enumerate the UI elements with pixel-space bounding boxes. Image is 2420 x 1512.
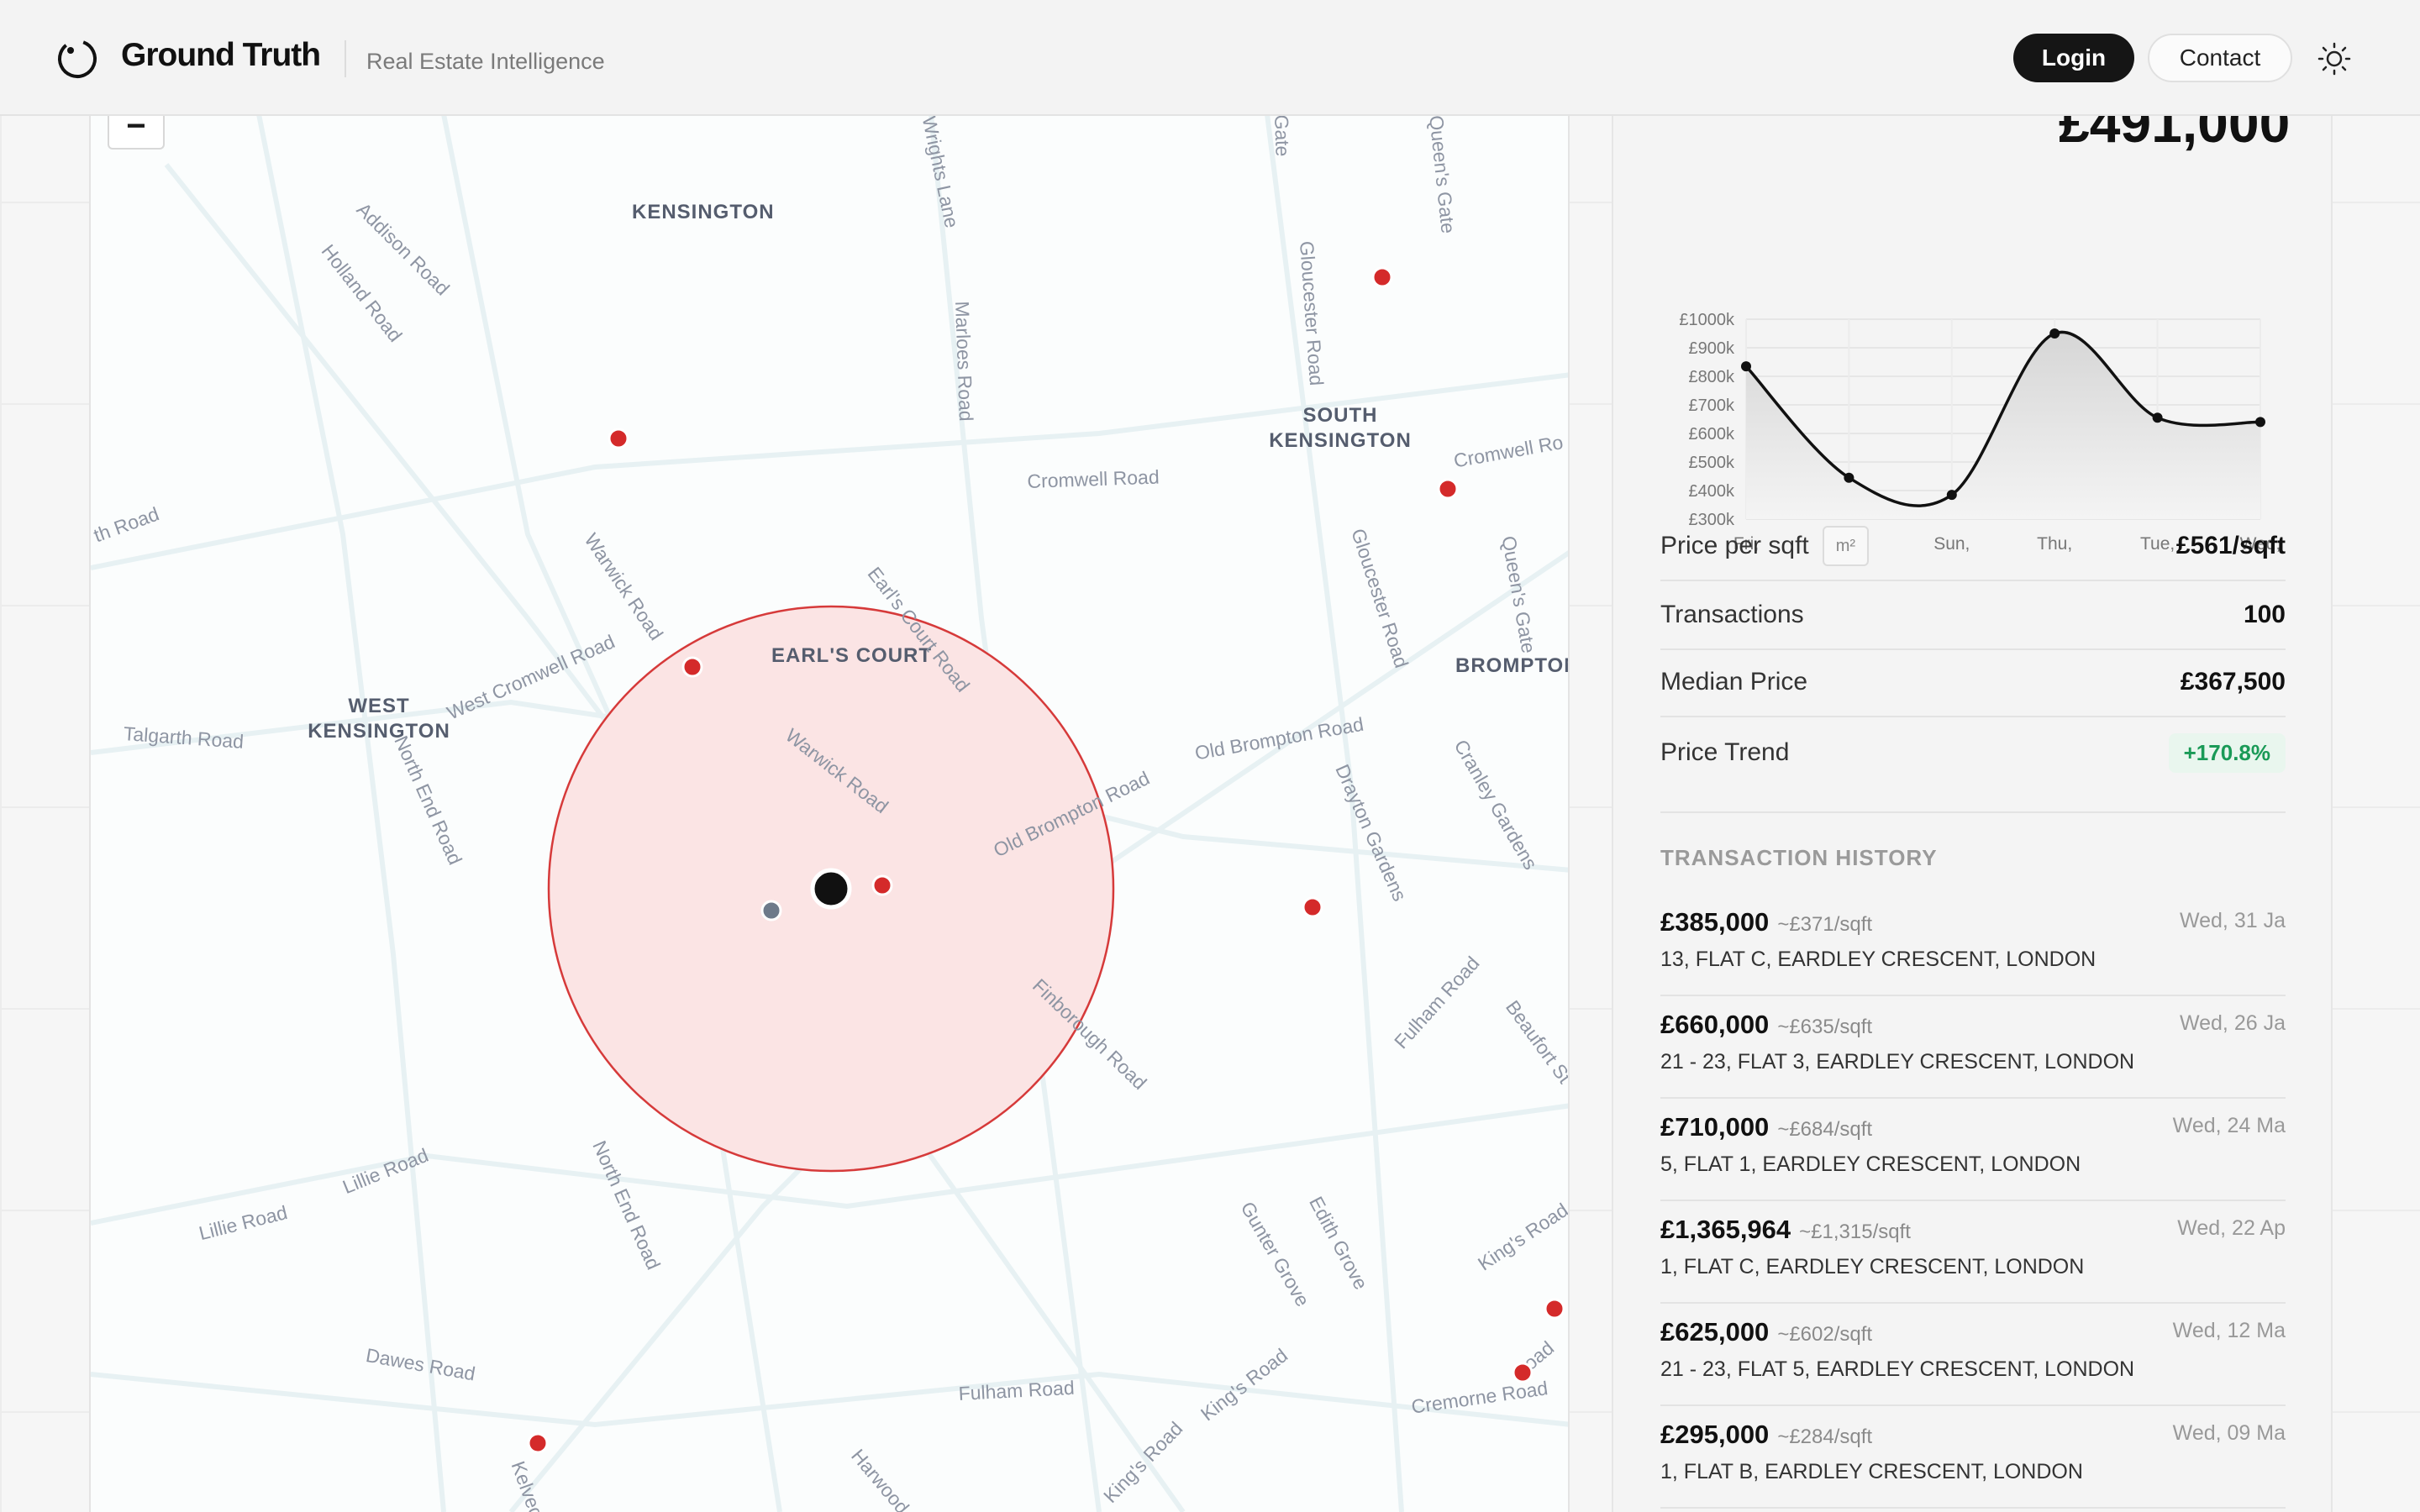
transaction-item[interactable]: £625,000 ~£602/sqft Wed, 12 Ma 21 - 23, F… [1660, 1302, 2286, 1406]
tx-date: Wed, 26 Ja [2179, 1011, 2286, 1035]
chart-point [2255, 417, 2265, 428]
area-label: WEST KENSINGTON [308, 695, 450, 743]
stat-row-price-trend: Price Trend +170.8% [1660, 719, 2286, 786]
stat-label: Price Trend [1660, 738, 1790, 766]
tx-address: 5, FLAT 1, EARDLEY CRESCENT, LONDON [1660, 1152, 2081, 1176]
tx-date: Wed, 24 Ma [2172, 1114, 2286, 1137]
tx-address: 21 - 23, FLAT 5, EARDLEY CRESCENT, LONDO… [1660, 1357, 2135, 1381]
area-label: KENSINGTON [632, 201, 775, 223]
stat-label: Price per sqft [1660, 532, 1809, 559]
tagline: Real Estate Intelligence [366, 49, 605, 74]
tx-per-sqft: ~£635/sqft [1777, 1016, 1873, 1038]
tx-date: Wed, 22 Ap [2177, 1216, 2286, 1240]
tx-price: £660,000 [1660, 1010, 1770, 1039]
stat-label: Transactions [1660, 601, 1804, 628]
y-tick-label: £700k [1689, 396, 1735, 415]
map-view[interactable]: − KENSINGTON SOUTH KENSINGTON EARL'S COU… [89, 114, 1570, 1512]
transaction-item[interactable]: £710,000 ~£684/sqft Wed, 24 Ma 5, FLAT 1,… [1660, 1097, 2286, 1201]
stat-value: 100 [2243, 601, 2286, 628]
login-button[interactable]: Login [2013, 34, 2134, 82]
road-label: Cromwell Road [1027, 465, 1160, 492]
tx-price: £385,000 [1660, 907, 1770, 937]
tx-per-sqft: ~£602/sqft [1777, 1323, 1873, 1346]
chart-point [1741, 361, 1751, 372]
transaction-item[interactable]: £295,000 ~£284/sqft Wed, 09 Ma 1, FLAT B,… [1660, 1404, 2286, 1509]
history-title: TRANSACTION HISTORY [1660, 845, 1938, 870]
zoom-out-button[interactable]: − [108, 114, 165, 150]
chart-point [1946, 490, 1957, 501]
tx-per-sqft: ~£684/sqft [1777, 1118, 1873, 1141]
tx-price: £710,000 [1660, 1112, 1770, 1142]
road-label: Marloes Road [951, 301, 977, 423]
transaction-item[interactable]: £385,000 ~£371/sqft Wed, 31 Ja 13, FLAT C… [1660, 892, 2286, 996]
chart-point [2152, 412, 2163, 423]
tx-address: 1, FLAT C, EARDLEY CRESCENT, LONDON [1660, 1255, 2085, 1278]
tx-date: Wed, 31 Ja [2179, 909, 2286, 932]
stat-row-price-per-sqft: Price per sqft m² £561/sqft [1660, 512, 2286, 581]
brand-divider [345, 40, 346, 77]
tx-per-sqft: ~£1,315/sqft [1799, 1221, 1911, 1243]
tx-date: Wed, 12 Ma [2172, 1319, 2286, 1342]
unit-toggle-button[interactable]: m² [1822, 526, 1870, 566]
y-tick-label: £900k [1689, 339, 1735, 358]
transaction-item[interactable]: £1,365,964 ~£1,315/sqft Wed, 22 Ap 1, FLA… [1660, 1200, 2286, 1304]
y-tick-label: £800k [1689, 368, 1735, 386]
tx-price: £1,365,964 [1660, 1215, 1791, 1244]
top-header: Ground Truth Real Estate Intelligence Lo… [0, 0, 2420, 116]
area-label: BROMPTON [1455, 654, 1570, 677]
stat-label: Median Price [1660, 668, 1808, 696]
y-tick-label: £1000k [1679, 311, 1735, 329]
area-label: SOUTH KENSINGTON [1269, 404, 1412, 452]
trend-badge: +170.8% [2168, 732, 2286, 773]
tx-price: £295,000 [1660, 1420, 1770, 1449]
tx-date: Wed, 09 Ma [2172, 1421, 2286, 1445]
tx-address: 13, FLAT C, EARDLEY CRESCENT, LONDON [1660, 948, 2096, 971]
stat-value: £367,500 [2180, 668, 2286, 696]
map-streets [91, 114, 1568, 1512]
brand-name[interactable]: Ground Truth [121, 37, 321, 74]
road-label: Gate [1270, 114, 1294, 157]
area-label: EARL'S COURT [771, 644, 933, 667]
tx-address: 21 - 23, FLAT 3, EARDLEY CRESCENT, LONDO… [1660, 1050, 2135, 1074]
stat-row-median-price: Median Price £367,500 [1660, 648, 2286, 717]
property-panel: £491,000 £1000k £900k £800k £700k £600k £500k… [1612, 92, 2333, 1512]
chart-point [1844, 472, 1854, 483]
logo-ring-icon[interactable] [55, 37, 99, 81]
stat-row-transactions: Transactions 100 [1660, 581, 2286, 650]
section-divider [1660, 811, 2286, 813]
y-tick-label: £500k [1689, 454, 1735, 472]
stat-value: £561/sqft [2175, 532, 2286, 559]
contact-button[interactable]: Contact [2148, 34, 2292, 82]
tx-price: £625,000 [1660, 1317, 1770, 1347]
chart-point [2049, 328, 2060, 339]
tx-per-sqft: ~£371/sqft [1777, 913, 1873, 936]
y-tick-label: £600k [1689, 425, 1735, 444]
tx-per-sqft: ~£284/sqft [1777, 1425, 1873, 1448]
tx-address: 1, FLAT B, EARDLEY CRESCENT, LONDON [1660, 1460, 2083, 1483]
transaction-item[interactable]: £660,000 ~£635/sqft Wed, 26 Ja 21 - 23, F… [1660, 995, 2286, 1099]
y-tick-label: £400k [1689, 482, 1735, 501]
sun-icon[interactable] [2317, 42, 2351, 76]
